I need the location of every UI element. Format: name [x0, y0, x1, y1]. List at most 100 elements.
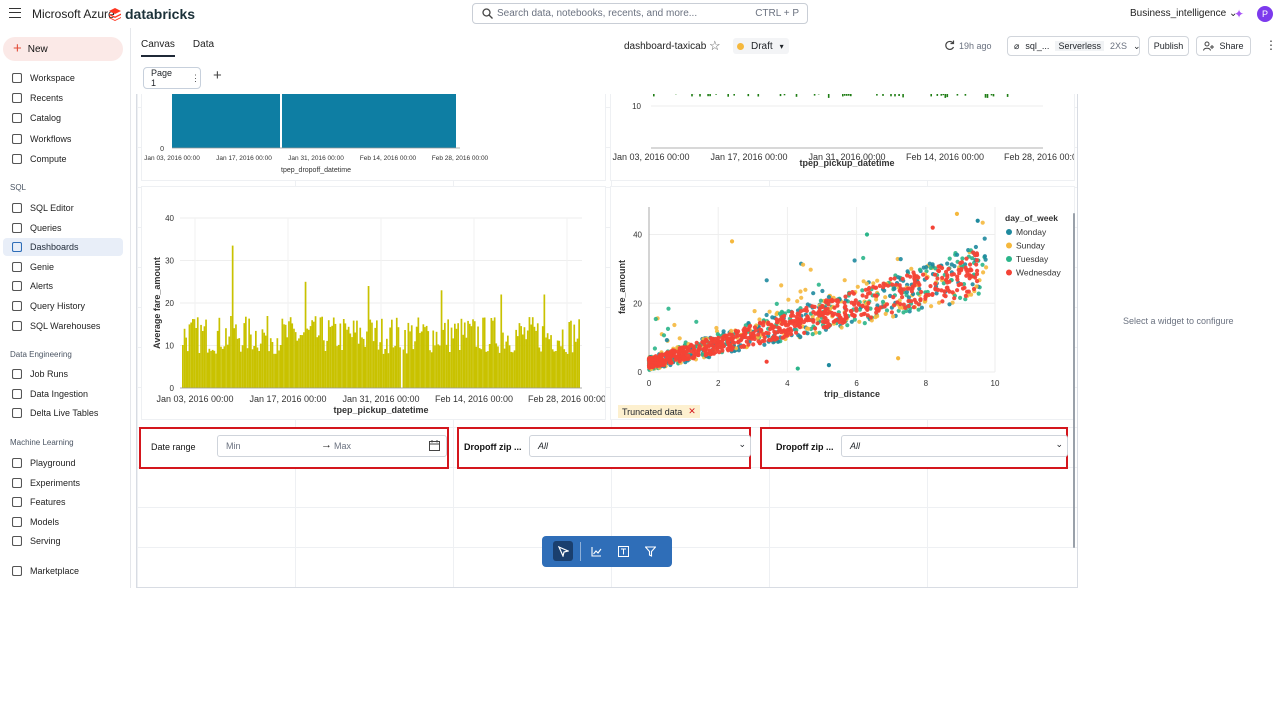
add-page-icon[interactable]: +: [213, 68, 222, 83]
warehouse-icon: ⌀: [1014, 40, 1020, 51]
page-tabs-bar: Page 1 ⋮ +: [136, 62, 1078, 94]
avatar[interactable]: P: [1257, 6, 1273, 22]
bar: [430, 352, 433, 388]
bar: [216, 330, 219, 388]
sidebar-item-workspace[interactable]: Workspace: [3, 69, 123, 87]
bar: [329, 326, 332, 388]
bar: [540, 351, 542, 388]
bar: [523, 327, 526, 388]
dropoff-zip-select-1[interactable]: All ⌄: [529, 435, 751, 457]
workspace-switcher[interactable]: Business_intelligence ⌄: [1130, 8, 1237, 19]
menu-icon[interactable]: [9, 8, 21, 18]
add-text-button[interactable]: [613, 541, 633, 561]
databricks-logo[interactable]: databricks: [108, 6, 195, 22]
sidebar-item-workflows[interactable]: Workflows: [3, 130, 123, 148]
dropoff-zip-select-2[interactable]: All ⌄: [841, 435, 1068, 457]
scatter-point: [707, 348, 712, 353]
bar: [399, 347, 401, 388]
date-range-filter[interactable]: Date range Min → Max: [139, 427, 449, 469]
sidebar-item-sql-warehouses[interactable]: SQL Warehouses: [3, 317, 123, 335]
bar: [415, 326, 418, 388]
sidebar-item-catalog[interactable]: Catalog: [3, 109, 123, 127]
bar: [263, 332, 265, 388]
sidebar-item-genie[interactable]: Genie: [3, 258, 123, 276]
share-button[interactable]: Share: [1196, 36, 1251, 56]
sidebar-item-playground[interactable]: Playground: [3, 454, 123, 472]
search-bar[interactable]: Search data, notebooks, recents, and mor…: [472, 3, 808, 24]
select-tool-button[interactable]: [553, 541, 573, 561]
star-icon[interactable]: ☆: [709, 38, 721, 54]
scatter-point: [811, 310, 816, 315]
truncated-data-badge[interactable]: Truncated data ✕: [618, 405, 700, 418]
tab-canvas[interactable]: Canvas: [141, 39, 175, 57]
tab-data[interactable]: Data: [193, 39, 214, 57]
bar: [183, 328, 186, 388]
sidebar-item-alerts[interactable]: Alerts: [3, 277, 123, 295]
canvas-scrollbar[interactable]: [1073, 213, 1075, 548]
bar: [311, 320, 313, 388]
close-icon[interactable]: ✕: [688, 406, 696, 417]
date-range-input[interactable]: Min → Max: [217, 435, 447, 457]
scatter-point: [817, 330, 822, 335]
chart-widget-average-fare[interactable]: 0 10 20 30 40 Average fare_amount Jan 03, 2016…: [141, 186, 606, 420]
scatter-point: [968, 262, 973, 267]
date-min-input[interactable]: Min: [226, 441, 241, 451]
fare-vs-distance-scatter: 0 20 40 0 2 4 6 8 10 fare_amount trip_distance day_…: [617, 207, 1074, 399]
page-tab-1[interactable]: Page 1 ⋮: [143, 67, 201, 89]
chevron-down-icon: ⌄: [1055, 439, 1063, 449]
draft-status-dropdown[interactable]: Draft ▾: [733, 38, 789, 54]
scatter-point: [947, 302, 952, 307]
sidebar-item-serving[interactable]: Serving: [3, 532, 123, 550]
dashboard-title[interactable]: dashboard-taxicab: [624, 41, 706, 52]
sidebar-item-compute[interactable]: Compute: [3, 150, 123, 168]
scatter-point: [901, 302, 906, 307]
new-button[interactable]: + New: [3, 37, 123, 61]
sidebar-item-label: Dashboards: [30, 242, 79, 253]
job-runs-icon: [11, 368, 23, 380]
sidebar-item-models[interactable]: Models: [3, 513, 123, 531]
scatter-point: [975, 218, 980, 223]
scatter-point: [949, 262, 954, 267]
refresh-button[interactable]: 19h ago: [944, 40, 992, 51]
bar: [344, 323, 347, 388]
sidebar-item-delta-live-tables[interactable]: Delta Live Tables: [3, 404, 123, 422]
chart-widget-scatter[interactable]: 0 20 40 0 2 4 6 8 10 fare_amount trip_distance day_…: [610, 186, 1075, 420]
calendar-icon[interactable]: [429, 440, 440, 451]
sidebar-item-job-runs[interactable]: Job Runs: [3, 365, 123, 383]
sidebar-item-experiments[interactable]: Experiments: [3, 474, 123, 492]
sidebar-item-recents[interactable]: Recents: [3, 89, 123, 107]
scatter-point: [721, 329, 726, 334]
bar: [342, 319, 345, 388]
sidebar-item-query-history[interactable]: Query History: [3, 297, 123, 315]
sidebar-item-marketplace[interactable]: Marketplace: [3, 562, 123, 580]
page-options-icon[interactable]: ⋮: [191, 73, 200, 84]
add-visualization-button[interactable]: [586, 541, 606, 561]
bar: [462, 334, 464, 388]
dropoff-zip-filter-1[interactable]: Dropoff zip ... All ⌄: [457, 427, 751, 469]
x-axis-title: tpep_pickup_datetime: [333, 405, 428, 415]
scatter-point: [852, 300, 857, 305]
bar: [450, 327, 453, 388]
scatter-point: [845, 323, 850, 328]
scatter-point: [774, 320, 780, 325]
add-filter-button[interactable]: [640, 541, 660, 561]
sidebar-item-label: Catalog: [30, 113, 62, 124]
sidebar-item-data-ingestion[interactable]: Data Ingestion: [3, 385, 123, 403]
sidebar-item-queries[interactable]: Queries: [3, 219, 123, 237]
date-max-input[interactable]: Max: [334, 441, 351, 451]
bar: [304, 281, 307, 389]
sidebar-item-sql-editor[interactable]: SQL Editor: [3, 199, 123, 217]
more-options-icon[interactable]: ⋮: [1265, 38, 1277, 52]
bar: [238, 338, 241, 388]
bar: [407, 322, 410, 388]
warehouse-selector[interactable]: ⌀ sql_... Serverless 2XS ⌄: [1007, 36, 1141, 56]
publish-button[interactable]: Publish: [1148, 36, 1189, 56]
scatter-point: [900, 295, 905, 300]
dropoff-zip-filter-2[interactable]: Dropoff zip ... All ⌄: [760, 427, 1068, 469]
bar: [366, 331, 368, 388]
assistant-sparkle-icon[interactable]: ✦: [1234, 7, 1244, 21]
bar: [245, 316, 247, 388]
sidebar-item-dashboards[interactable]: Dashboards: [3, 238, 123, 257]
sidebar-item-features[interactable]: Features: [3, 493, 123, 511]
bar: [545, 337, 547, 388]
